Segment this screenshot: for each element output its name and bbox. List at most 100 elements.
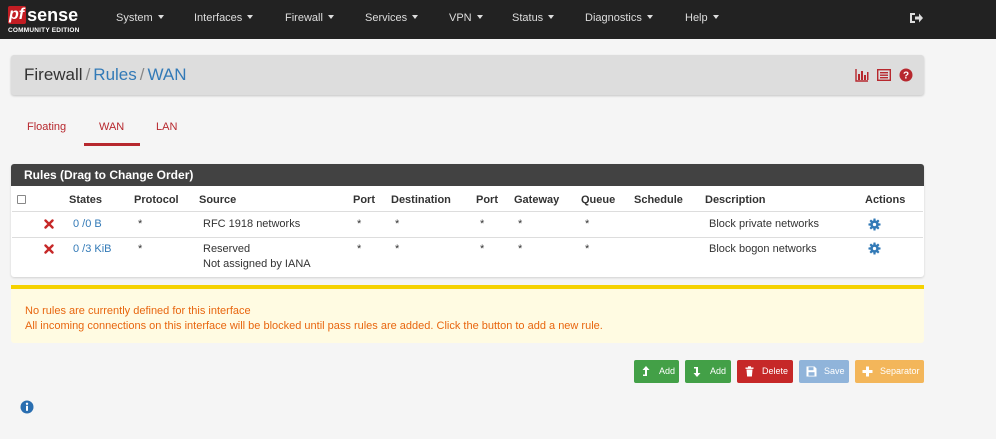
info-icon[interactable] — [20, 400, 34, 414]
x-icon — [44, 244, 54, 254]
nav-label: Help — [685, 12, 708, 24]
breadcrumb-panel: Firewall / Rules / WAN ? — [11, 55, 924, 95]
nav-label: Status — [512, 12, 544, 24]
bar-chart-icon[interactable] — [855, 68, 869, 82]
logo-sense: sense — [27, 5, 79, 25]
top-navbar: pf sense COMMUNITY EDITION System Interfa… — [0, 0, 996, 39]
help-icon[interactable]: ? — [899, 68, 913, 82]
tab-wan[interactable]: WAN — [99, 121, 124, 133]
breadcrumb-separator: / — [139, 65, 145, 84]
nav-label: Diagnostics — [585, 12, 642, 24]
gear-icon[interactable] — [868, 218, 881, 231]
nav-services-menu[interactable]: Services — [365, 0, 419, 39]
no-rules-warning: No rules are currently defined for this … — [11, 285, 924, 343]
add-rule-top-button[interactable]: Add — [634, 360, 679, 383]
active-tab-indicator — [84, 143, 140, 146]
caret-down-icon — [327, 15, 334, 19]
warning-line-1: No rules are currently defined for this … — [25, 305, 251, 317]
add-rule-bottom-button[interactable]: Add — [685, 360, 731, 383]
arrow-down-icon — [693, 367, 701, 377]
row-divider — [12, 237, 923, 238]
separator-label: Separator — [880, 366, 920, 376]
rule-src-port: * — [357, 243, 362, 255]
delete-label: Delete — [762, 366, 789, 376]
column-header-schedule: Schedule — [634, 194, 683, 206]
rules-panel: Rules (Drag to Change Order) States Prot… — [11, 164, 924, 277]
rule-destination: * — [395, 243, 400, 255]
rule-dst-port: * — [480, 243, 485, 255]
plus-icon — [862, 366, 873, 377]
delete-button[interactable]: Delete — [737, 360, 793, 383]
rule-description: Block private networks — [709, 218, 820, 230]
nav-diagnostics-menu[interactable]: Diagnostics — [585, 0, 653, 39]
rule-queue: * — [585, 243, 590, 255]
column-header-destination: Destination — [391, 194, 451, 206]
select-all-checkbox[interactable] — [17, 195, 26, 204]
column-header-source: Source — [199, 194, 237, 206]
nav-firewall-menu[interactable]: Firewall — [285, 0, 334, 39]
add-separator-button[interactable]: Separator — [855, 360, 924, 383]
warning-line-2: All incoming connections on this interfa… — [25, 320, 603, 332]
rule-src-port: * — [357, 218, 362, 230]
rule-gateway: * — [518, 218, 523, 230]
trash-icon — [745, 366, 754, 377]
breadcrumb-wan-link[interactable]: WAN — [148, 65, 187, 84]
rule-source-detail: Not assigned by IANA — [203, 258, 311, 270]
x-icon — [44, 219, 54, 229]
column-header-actions: Actions — [865, 194, 906, 206]
rule-dst-port: * — [480, 218, 485, 230]
nav-status-menu[interactable]: Status — [512, 0, 555, 39]
nav-vpn-menu[interactable]: VPN — [449, 0, 483, 39]
rule-gateway: * — [518, 243, 523, 255]
nav-label: Services — [365, 12, 408, 24]
column-header-queue: Queue — [581, 194, 616, 206]
column-header-states: States — [69, 194, 103, 206]
gear-icon[interactable] — [868, 242, 881, 255]
rule-states-link[interactable]: 0 /0 B — [73, 218, 102, 231]
breadcrumb-icons: ? — [855, 68, 913, 82]
nav-interfaces-menu[interactable]: Interfaces — [194, 0, 254, 39]
caret-down-icon — [712, 15, 719, 19]
save-button[interactable]: Save — [799, 360, 849, 383]
sign-out-icon[interactable] — [909, 11, 923, 25]
rule-queue: * — [585, 218, 590, 230]
logo-pf: pf — [8, 6, 27, 24]
add-bottom-label: Add — [710, 366, 727, 376]
rule-states-link[interactable]: 0 /3 KiB — [73, 243, 112, 256]
rule-destination: * — [395, 218, 400, 230]
caret-down-icon — [548, 15, 555, 19]
column-header-src-port: Port — [353, 194, 375, 206]
breadcrumb-rules-link[interactable]: Rules — [93, 65, 136, 84]
arrow-up-icon — [642, 366, 650, 376]
svg-text:?: ? — [903, 71, 909, 82]
breadcrumb: Firewall / Rules / WAN — [24, 65, 187, 85]
caret-down-icon — [412, 15, 419, 19]
rule-protocol: * — [138, 218, 143, 230]
nav-help-menu[interactable]: Help — [685, 0, 719, 39]
nav-system-menu[interactable]: System — [116, 0, 164, 39]
caret-down-icon — [476, 15, 483, 19]
breadcrumb-firewall: Firewall — [24, 65, 83, 84]
caret-down-icon — [646, 15, 653, 19]
rule-source: Reserved — [203, 243, 251, 255]
logo-subtitle: COMMUNITY EDITION — [8, 27, 80, 34]
caret-down-icon — [157, 15, 164, 19]
tab-lan[interactable]: LAN — [156, 121, 177, 133]
add-top-label: Add — [659, 366, 676, 376]
tab-floating[interactable]: Floating — [27, 121, 66, 133]
rule-source: RFC 1918 networks — [203, 218, 301, 230]
save-label: Save — [824, 366, 845, 376]
pfsense-logo[interactable]: pf sense COMMUNITY EDITION — [8, 5, 96, 36]
row-divider — [12, 211, 923, 212]
column-header-protocol: Protocol — [134, 194, 179, 206]
save-icon — [806, 366, 817, 377]
caret-down-icon — [247, 15, 254, 19]
rule-description: Block bogon networks — [709, 243, 817, 255]
column-header-gateway: Gateway — [514, 194, 560, 206]
log-list-icon[interactable] — [877, 68, 891, 82]
nav-label: Interfaces — [194, 12, 243, 24]
rule-protocol: * — [138, 243, 143, 255]
nav-label: VPN — [449, 12, 472, 24]
rules-panel-title: Rules (Drag to Change Order) — [11, 164, 924, 186]
nav-label: System — [116, 12, 153, 24]
